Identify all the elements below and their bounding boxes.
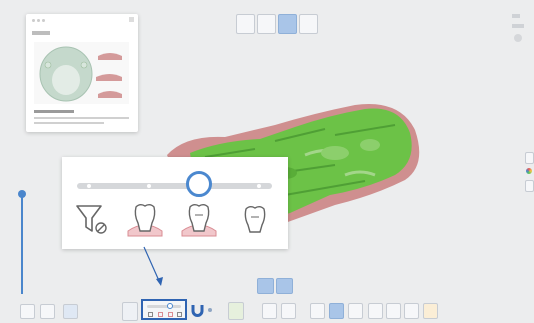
help-panel	[26, 14, 138, 132]
toolbar-button[interactable]	[348, 303, 363, 319]
mini-slider-track[interactable]	[147, 305, 181, 308]
tool-icon[interactable]	[514, 34, 522, 42]
panel-heading-bar	[32, 31, 50, 35]
bottom-toolbar	[0, 298, 534, 323]
view-button[interactable]	[257, 278, 274, 294]
panel-title-bar	[34, 110, 74, 113]
toolbar-button[interactable]	[40, 304, 55, 319]
tooth-with-gum-icon[interactable]	[180, 201, 218, 237]
slider-stop	[87, 184, 91, 188]
slider-stop	[147, 184, 151, 188]
window-dots	[32, 19, 52, 22]
vertical-slider-handle[interactable]	[18, 190, 26, 198]
slider-knob[interactable]	[186, 171, 212, 197]
toolbar-button[interactable]	[20, 304, 35, 319]
jaw-illustration	[34, 42, 129, 104]
top-right-tools	[512, 14, 528, 54]
view-buttons	[257, 278, 297, 294]
view-mode-button-3[interactable]	[278, 14, 297, 34]
mini-filter-icons	[148, 312, 182, 317]
panel-text-bar	[34, 122, 104, 124]
tooth-with-gum-icon[interactable]	[126, 201, 164, 237]
view-mode-button-2[interactable]	[257, 14, 276, 34]
toolbar-button[interactable]	[310, 303, 325, 319]
panel-text-bar	[34, 117, 129, 119]
tool-icon[interactable]	[512, 24, 524, 28]
toolbar-button[interactable]	[368, 303, 383, 319]
right-side-tools	[525, 152, 534, 202]
dropdown-icon[interactable]	[208, 308, 212, 312]
tool-icon[interactable]	[525, 152, 534, 164]
callout-arrow	[143, 246, 163, 286]
toolbar-button[interactable]	[63, 304, 78, 319]
filter-slider-panel	[62, 157, 288, 249]
filter-slider[interactable]	[77, 171, 272, 197]
tool-icon[interactable]	[525, 180, 534, 192]
view-mode-button-1[interactable]	[236, 14, 255, 34]
toolbar-button[interactable]	[122, 302, 138, 321]
slider-stop	[257, 184, 261, 188]
view-button[interactable]	[276, 278, 293, 294]
toolbar-button[interactable]	[329, 303, 344, 319]
vertical-slider[interactable]	[18, 188, 26, 296]
toolbar-button[interactable]	[262, 303, 277, 319]
toolbar-button[interactable]	[281, 303, 296, 319]
filter-slider-toolbar-widget[interactable]	[141, 299, 187, 320]
view-mode-button-4[interactable]	[299, 14, 318, 34]
tooth-outline-icon[interactable]	[240, 203, 270, 235]
close-icon[interactable]	[129, 17, 134, 22]
vertical-slider-track[interactable]	[21, 194, 23, 294]
top-toolbar	[236, 12, 318, 36]
slider-track[interactable]	[77, 183, 272, 189]
toolbar-button[interactable]	[228, 302, 244, 320]
mini-slider-knob[interactable]	[167, 303, 173, 309]
color-legend-icon[interactable]	[526, 168, 532, 174]
toolbar-button[interactable]	[423, 303, 438, 319]
toolbar-button[interactable]	[386, 303, 401, 319]
magnet-icon[interactable]	[191, 303, 204, 318]
tool-icon[interactable]	[512, 14, 520, 18]
funnel-slash-icon[interactable]	[74, 203, 112, 237]
toolbar-button[interactable]	[404, 303, 419, 319]
